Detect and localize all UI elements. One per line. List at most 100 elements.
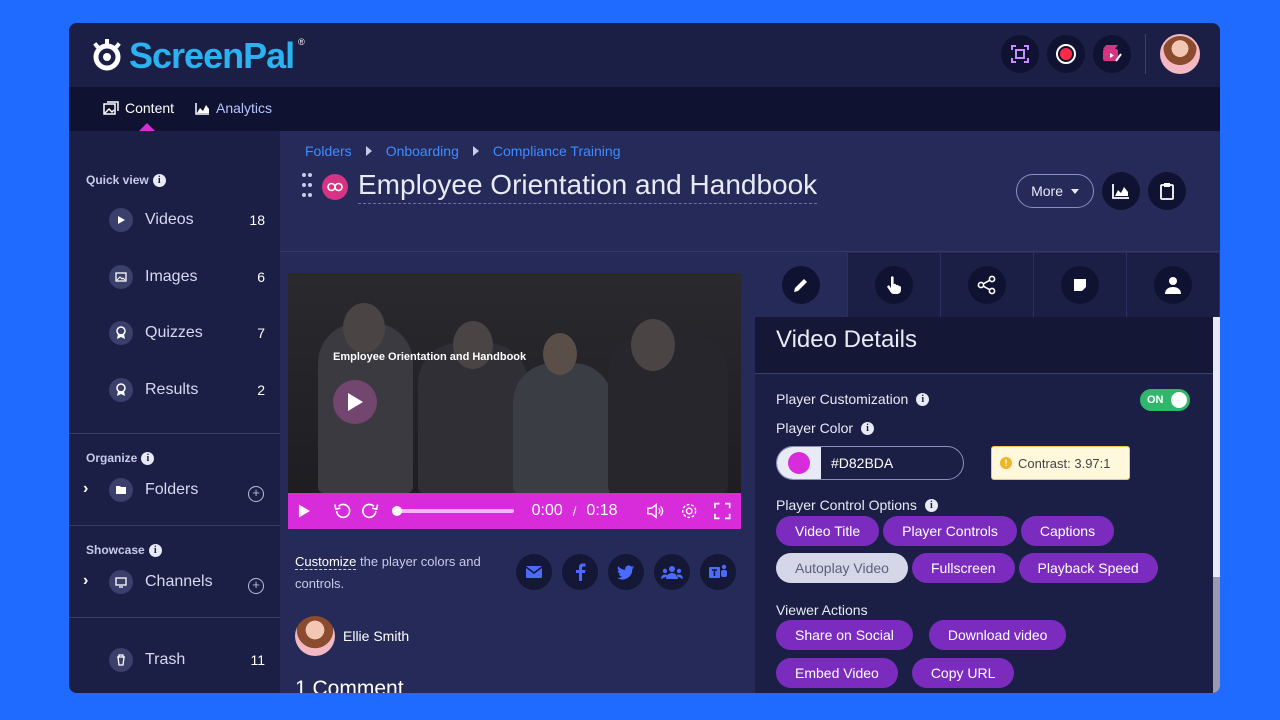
share-group-button[interactable] [654, 554, 690, 590]
link-icon[interactable] [322, 173, 348, 200]
screenshot-button[interactable] [1001, 35, 1039, 73]
action-share-on-social[interactable]: Share on Social [776, 620, 913, 650]
record-button[interactable] [1047, 35, 1085, 73]
breadcrumb-compliance-training[interactable]: Compliance Training [493, 143, 621, 159]
expand-chevron-icon[interactable]: › [83, 572, 88, 590]
play-icon[interactable] [298, 503, 311, 519]
info-icon[interactable]: i [141, 451, 155, 465]
viewer-actions-row-1: Share on Social Download video [776, 620, 1067, 650]
action-copy-url[interactable]: Copy URL [911, 658, 1015, 688]
warning-icon: ! [1000, 457, 1012, 469]
sidebar-item-results[interactable]: Results 2 [109, 378, 265, 402]
share-email-button[interactable] [516, 554, 552, 590]
author: Ellie Smith [295, 616, 409, 656]
progress-handle[interactable] [391, 506, 402, 516]
share-twitter-button[interactable] [608, 554, 644, 590]
expand-chevron-icon[interactable]: › [83, 480, 88, 498]
sidebar-item-label: Channels [145, 573, 213, 590]
sidebar-item-folders[interactable]: Folders [109, 478, 265, 502]
sidebar-item-images[interactable]: Images 6 [109, 265, 265, 289]
info-icon[interactable]: i [924, 498, 938, 512]
analytics-icon [195, 102, 209, 115]
tab-share[interactable] [941, 253, 1034, 317]
tab-owner[interactable] [1127, 253, 1220, 317]
color-hex-value[interactable]: #D82BDA [821, 455, 893, 471]
progress-slider[interactable] [391, 506, 514, 516]
player-color-input[interactable]: #D82BDA [776, 446, 964, 480]
control-options-row-2: Autoplay Video Fullscreen Playback Speed [776, 553, 1158, 583]
option-fullscreen[interactable]: Fullscreen [911, 553, 1015, 583]
action-download-video[interactable]: Download video [928, 620, 1067, 650]
label-text: Player Color [776, 420, 854, 436]
monitor-icon [109, 570, 133, 594]
option-video-title[interactable]: Video Title [776, 516, 880, 546]
panel-scrollbar[interactable] [1213, 317, 1220, 693]
video-player[interactable]: Employee Orientation and Handbook [288, 273, 741, 493]
sidebar-item-videos[interactable]: Videos 18 [109, 208, 265, 232]
video-controls: 0:00 / 0:18 [288, 493, 741, 529]
twitter-icon [617, 564, 634, 580]
item-count: 11 [250, 652, 265, 668]
play-overlay-button[interactable] [333, 380, 377, 424]
option-player-controls[interactable]: Player Controls [883, 516, 1017, 546]
showcase-heading: Showcase i [86, 543, 162, 557]
label-text: Viewer Actions [776, 602, 868, 618]
sidebar-item-quizzes[interactable]: Quizzes 7 [109, 321, 265, 345]
content-icon [103, 101, 119, 115]
breadcrumb-onboarding[interactable]: Onboarding [386, 143, 459, 159]
add-folder-icon[interactable]: + [248, 486, 264, 502]
volume-icon[interactable] [646, 502, 664, 520]
tab-notes[interactable] [1034, 253, 1127, 317]
clipboard-button[interactable] [1148, 172, 1186, 210]
users-icon [661, 566, 683, 579]
time-separator: / [572, 503, 577, 519]
settings-gear-icon[interactable] [680, 501, 698, 521]
page-title[interactable]: Employee Orientation and Handbook [358, 169, 818, 204]
tab-interactions[interactable] [848, 253, 941, 317]
comments-heading: 1 Comment [295, 677, 404, 693]
top-bar: ScreenPal ® [69, 23, 1220, 87]
drag-handle-icon[interactable] [302, 172, 312, 201]
video-editor-button[interactable] [1093, 35, 1131, 73]
sidebar-item-label: Quizzes [145, 324, 203, 341]
brand-logo[interactable]: ScreenPal ® [89, 35, 305, 77]
option-autoplay-video[interactable]: Autoplay Video [776, 553, 908, 583]
item-count: 6 [257, 269, 265, 285]
folder-icon [109, 478, 133, 502]
nav-content-label: Content [125, 100, 175, 116]
option-playback-speed[interactable]: Playback Speed [1018, 553, 1158, 583]
customize-link[interactable]: Customize [295, 554, 357, 570]
share-facebook-button[interactable] [562, 554, 598, 590]
nav-tab-analytics[interactable]: Analytics [195, 100, 272, 116]
info-icon[interactable]: i [148, 543, 162, 557]
video-scene [543, 333, 577, 375]
sidebar-item-channels[interactable]: Channels [109, 570, 265, 594]
video-overlay-title: Employee Orientation and Handbook [333, 351, 527, 363]
nav-tab-content[interactable]: Content [103, 100, 174, 116]
analytics-button[interactable] [1102, 172, 1140, 210]
video-details-form: Player Customization i ON Player Color i… [755, 373, 1213, 693]
forward-icon[interactable] [361, 501, 379, 521]
option-captions[interactable]: Captions [1020, 516, 1115, 546]
scrollbar-thumb[interactable] [1213, 577, 1220, 693]
info-icon[interactable]: i [916, 392, 930, 406]
pencil-icon [794, 279, 807, 292]
breadcrumb-folders[interactable]: Folders [305, 143, 352, 159]
add-channel-icon[interactable]: + [248, 578, 264, 594]
video-scene [631, 319, 675, 371]
tab-edit-details[interactable] [755, 253, 848, 317]
share-teams-button[interactable] [700, 554, 736, 590]
color-swatch-button[interactable] [777, 447, 821, 479]
info-icon[interactable]: i [152, 173, 166, 187]
label-text: Player Customization [776, 391, 909, 407]
organize-heading: Organize i [86, 451, 155, 465]
action-embed-video[interactable]: Embed Video [776, 658, 898, 688]
player-customization-toggle[interactable]: ON [1140, 389, 1190, 411]
fullscreen-icon[interactable] [714, 502, 731, 520]
rewind-icon[interactable] [333, 501, 351, 521]
info-icon[interactable]: i [861, 421, 875, 435]
user-avatar[interactable] [1160, 34, 1200, 74]
sidebar-item-trash[interactable]: Trash 11 [109, 648, 265, 672]
more-dropdown-button[interactable]: More [1016, 174, 1094, 208]
author-avatar[interactable] [295, 616, 335, 656]
